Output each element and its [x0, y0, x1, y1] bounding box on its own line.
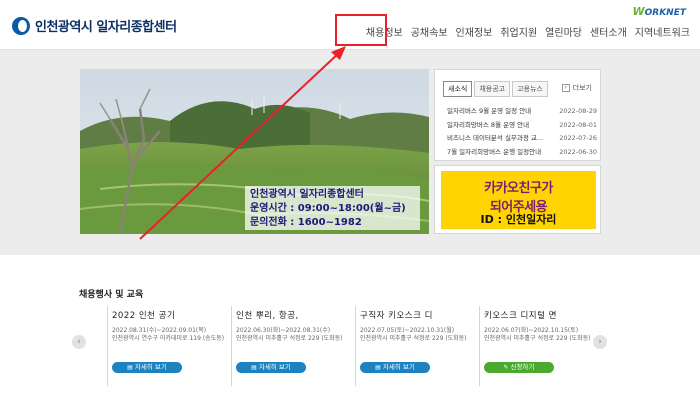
tab-employment-news[interactable]: 고용뉴스: [512, 81, 548, 97]
list-item[interactable]: 일자리버스 9월 운영 일정 안내 2022-08-29: [447, 105, 597, 119]
nav-item-open-forum[interactable]: 열린마당: [541, 22, 586, 41]
nav-item-center-intro[interactable]: 센터소개: [586, 22, 631, 41]
carousel-prev-icon[interactable]: ‹: [72, 335, 86, 349]
banner-caption-hours: 운영시간 : 09:00~18:00(월~금): [250, 203, 406, 214]
detail-button[interactable]: ▤ 자세히 보기: [360, 362, 430, 373]
nav-item-public-recruit[interactable]: 공채속보: [407, 22, 452, 41]
kakao-banner[interactable]: 카카오친구가 되어주세용 ID : 인천일자리: [434, 165, 601, 234]
pencil-icon: ✎: [503, 364, 509, 371]
main-banner[interactable]: 인천광역시 일자리종합센터 운영시간 : 09:00~18:00(월~금) 문의…: [80, 69, 429, 234]
search-icon: ▤: [375, 364, 381, 371]
event-title[interactable]: 구직자 키오스크 디: [360, 309, 433, 321]
kakao-banner-inner: 카카오친구가 되어주세용 ID : 인천일자리: [441, 171, 596, 229]
nav-item-talent[interactable]: 인재정보: [452, 22, 497, 41]
site-logo[interactable]: 인천광역시 일자리종합센터: [12, 16, 177, 35]
events-section-title: 채용행사 및 교육: [79, 290, 144, 300]
nav-item-regional-network[interactable]: 지역네트워크: [631, 22, 694, 41]
notice-panel: 새소식 채용공고 고용뉴스 › 더보기 일자리버스 9월 운영 일정 안내 20…: [434, 69, 601, 161]
event-place: 인천광역시 연수구 아카데미로 119 (송도동): [112, 335, 225, 342]
event-title[interactable]: 인천 뿌리, 항공,: [236, 309, 299, 321]
event-card: 구직자 키오스크 디 2022.07.05(토)~2022.10.31(월) 인…: [355, 306, 477, 386]
list-item[interactable]: 비즈니스 데이터분석 실무과정 교... 2022-07-26: [447, 132, 597, 146]
list-item[interactable]: 일자리희망버스 8월 운영 안내 2022-08-01: [447, 119, 597, 133]
event-title[interactable]: 2022 인천 공기: [112, 309, 175, 321]
event-card: 2022 인천 공기 2022.08.31(수)~2022.09.01(목) 인…: [107, 306, 229, 386]
kakao-line-1: 카카오친구가: [484, 181, 553, 196]
event-card: 인천 뿌리, 항공, 2022.06.30(화)~2022.08.31(수) 인…: [231, 306, 353, 386]
list-item[interactable]: 7월 일자리희망버스 운행 일정안내 2022-06-30: [447, 146, 597, 160]
event-place: 인천광역시 미추홀구 석정로 229 (도화동): [236, 335, 343, 342]
event-date: 2022.06.07(화)~2022.10.15(토): [484, 327, 579, 334]
search-icon: ▤: [127, 364, 133, 371]
main-nav: 채용정보 공채속보 인재정보 취업지원 열린마당 센터소개 지역네트워크: [362, 22, 694, 41]
banner-caption-phone: 문의전화 : 1600~1982: [250, 217, 362, 228]
banner-caption-title: 인천광역시 일자리종합센터: [250, 189, 364, 200]
tab-news[interactable]: 새소식: [443, 81, 473, 97]
event-title[interactable]: 키오스크 디지털 면: [484, 309, 557, 321]
detail-button[interactable]: ▤ 자세히 보기: [112, 362, 182, 373]
notice-list: 일자리버스 9월 운영 일정 안내 2022-08-29 일자리희망버스 8월 …: [447, 105, 597, 159]
banner-caption: 인천광역시 일자리종합센터 운영시간 : 09:00~18:00(월~금) 문의…: [245, 186, 420, 230]
tab-job-postings[interactable]: 채용공고: [474, 81, 511, 97]
notice-tabs: 새소식 채용공고 고용뉴스: [443, 81, 550, 97]
apply-button[interactable]: ✎ 신청하기: [484, 362, 554, 373]
search-icon: ▤: [251, 364, 257, 371]
event-place: 인천광역시 미추홀구 석정로 229 (도화동): [484, 335, 591, 342]
detail-button[interactable]: ▤ 자세히 보기: [236, 362, 306, 373]
event-date: 2022.06.30(화)~2022.08.31(수): [236, 327, 331, 334]
event-place: 인천광역시 미추홀구 석정로 229 (도화동): [360, 335, 467, 342]
nav-item-job-support[interactable]: 취업지원: [496, 22, 541, 41]
kakao-id: ID : 인천일자리: [480, 213, 557, 226]
worknet-logo[interactable]: WORKNET: [632, 5, 686, 18]
logo-icon: [12, 16, 30, 35]
logo-text: 인천광역시 일자리종합센터: [35, 20, 177, 35]
highlight-box: [335, 14, 387, 46]
event-date: 2022.08.31(수)~2022.09.01(목): [112, 327, 207, 334]
event-card: 키오스크 디지털 면 2022.06.07(화)~2022.10.15(토) 인…: [479, 306, 601, 386]
more-link[interactable]: › 더보기: [561, 83, 592, 93]
arrow-right-icon: ›: [561, 84, 570, 92]
event-date: 2022.07.05(토)~2022.10.31(월): [360, 327, 455, 334]
